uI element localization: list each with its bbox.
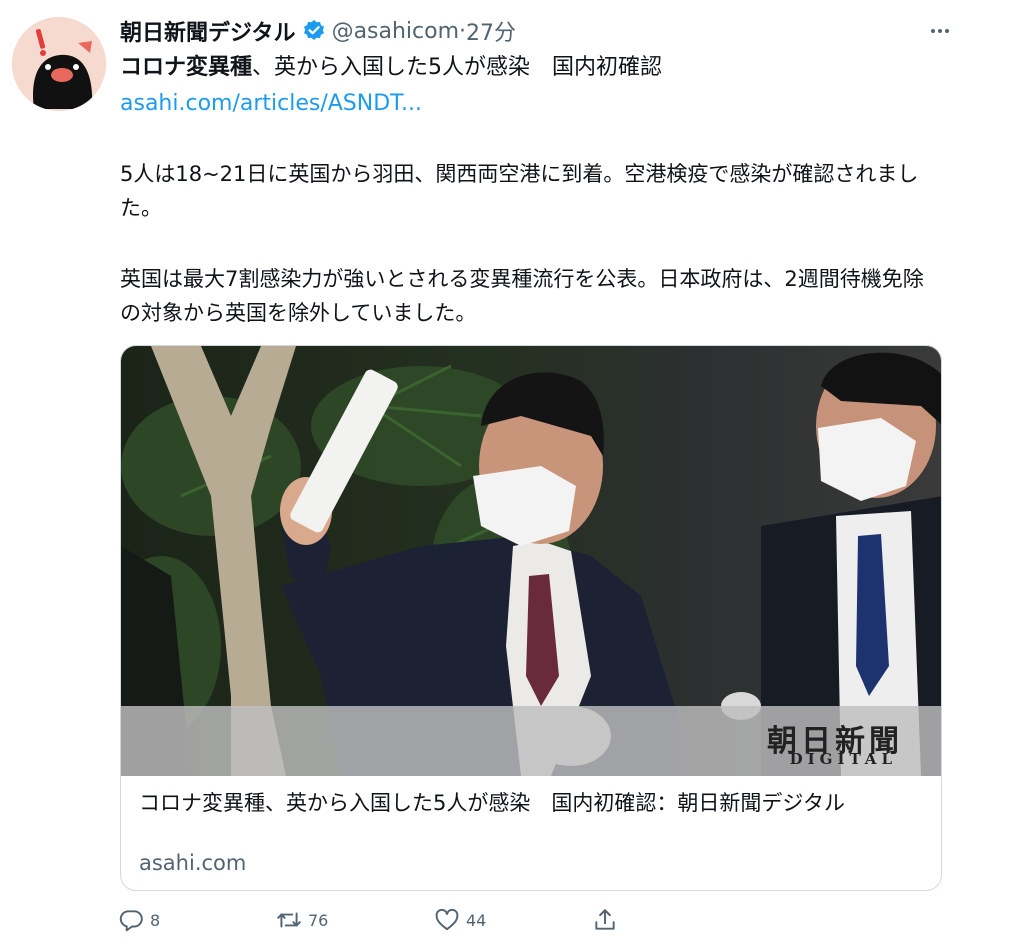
separator: · bbox=[459, 18, 467, 44]
handle[interactable]: @asahicom bbox=[332, 19, 459, 44]
more-icon bbox=[931, 29, 949, 33]
headline-rest: 、英から入国した5人が感染 国内初確認 bbox=[252, 55, 663, 80]
asahi-digital-logo-sub: DIGITAL bbox=[789, 750, 897, 768]
verified-badge-icon bbox=[302, 19, 326, 43]
retweet-icon bbox=[277, 912, 301, 928]
share-button[interactable] bbox=[592, 902, 624, 938]
like-icon bbox=[435, 908, 459, 931]
share-icon bbox=[595, 909, 615, 930]
tweet-paragraph: 5人は18~21日に英国から羽田、関西両空港に到着。空港検疫で感染が確認されまし… bbox=[120, 162, 919, 220]
reply-count: 8 bbox=[150, 910, 161, 930]
timestamp[interactable]: 27分 bbox=[466, 15, 516, 47]
more-button[interactable] bbox=[920, 14, 960, 48]
retweet-button[interactable]: 76 bbox=[276, 902, 328, 938]
like-button[interactable]: 44 bbox=[434, 902, 486, 938]
card-title[interactable]: コロナ変異種、英から入国した5人が感染 国内初確認：朝日新聞デジタル bbox=[139, 788, 929, 818]
headline-bold: コロナ変異種 bbox=[120, 55, 253, 80]
tweet-headline: コロナ変異種、英から入国した5人が感染 国内初確認 bbox=[120, 52, 662, 84]
retweet-count: 76 bbox=[308, 910, 329, 930]
tweet-actions: 8 76 44 bbox=[118, 902, 638, 938]
avatar-mascot-icon bbox=[12, 17, 106, 111]
display-name[interactable]: 朝日新聞デジタル bbox=[120, 15, 296, 47]
link-preview-card[interactable]: 朝日新聞 DIGITAL コロナ変異種、英から入国した5人が感染 国内初確認：朝… bbox=[120, 345, 942, 891]
tweet-paragraph: 英国は最大7割感染力が強いとされる変異種流行を公表。日本政府は、2週間待機免除の… bbox=[120, 267, 924, 325]
tweet-header: 朝日新聞デジタル @asahicom · 27分 bbox=[120, 14, 960, 48]
article-link[interactable]: asahi.com/articles/ASNDT... bbox=[120, 88, 422, 120]
like-count: 44 bbox=[466, 910, 487, 930]
card-domain: asahi.com bbox=[139, 851, 247, 875]
reply-icon bbox=[119, 910, 143, 932]
reply-button[interactable]: 8 bbox=[118, 902, 160, 938]
avatar[interactable] bbox=[12, 17, 106, 111]
